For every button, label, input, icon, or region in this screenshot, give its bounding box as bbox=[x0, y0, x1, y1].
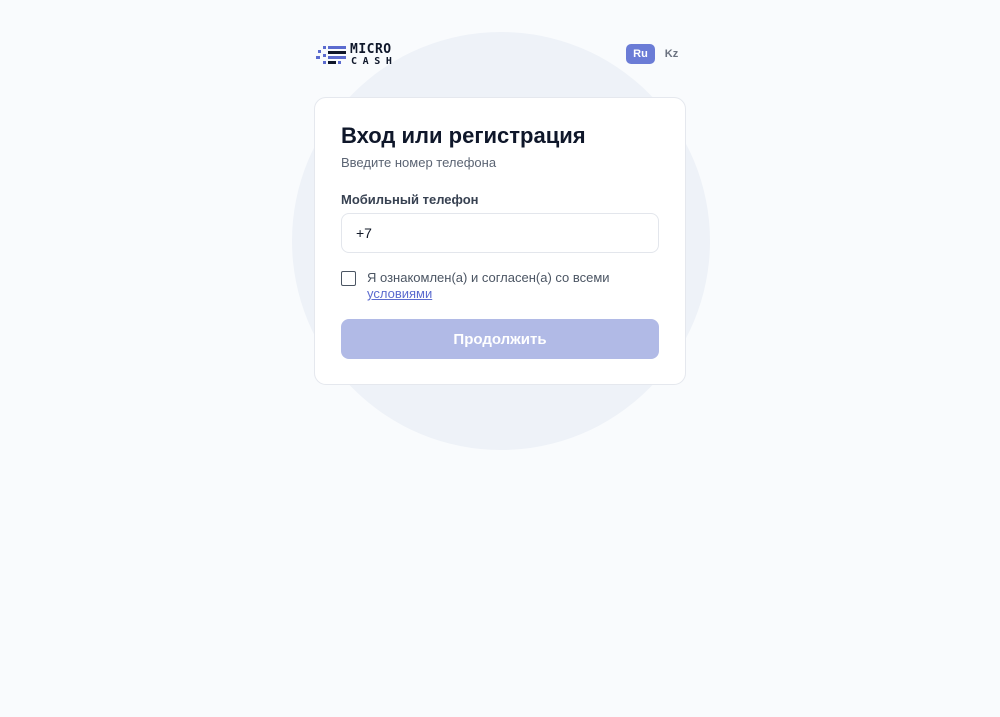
logo-wordmark: MICRO CASH bbox=[350, 43, 397, 67]
agreement-label: Я ознакомлен(а) и согласен(а) со всеми у… bbox=[367, 270, 657, 302]
agreement-checkbox[interactable] bbox=[341, 271, 356, 286]
phone-field-label: Мобильный телефон bbox=[341, 192, 479, 207]
logo-pixel-icon bbox=[316, 46, 346, 64]
logo-line-2: CASH bbox=[351, 56, 398, 67]
page: MICRO CASH Ru Kz Вход или регистрация Вв… bbox=[0, 0, 1000, 717]
brand-logo[interactable]: MICRO CASH bbox=[316, 42, 408, 68]
agreement-text: Я ознакомлен(а) и согласен(а) со всеми bbox=[367, 270, 610, 285]
login-card: Вход или регистрация Введите номер телеф… bbox=[314, 97, 686, 385]
language-switcher: Ru Kz bbox=[626, 44, 686, 64]
terms-link[interactable]: условиями bbox=[367, 286, 432, 301]
phone-input[interactable] bbox=[341, 213, 659, 253]
language-ru-button[interactable]: Ru bbox=[626, 44, 655, 64]
logo-line-1: MICRO bbox=[350, 42, 392, 57]
page-subtitle: Введите номер телефона bbox=[341, 155, 497, 170]
language-kz-button[interactable]: Kz bbox=[657, 44, 686, 64]
header: MICRO CASH Ru Kz bbox=[314, 40, 686, 70]
page-title: Вход или регистрация bbox=[341, 123, 586, 148]
continue-button[interactable]: Продолжить bbox=[341, 319, 659, 359]
